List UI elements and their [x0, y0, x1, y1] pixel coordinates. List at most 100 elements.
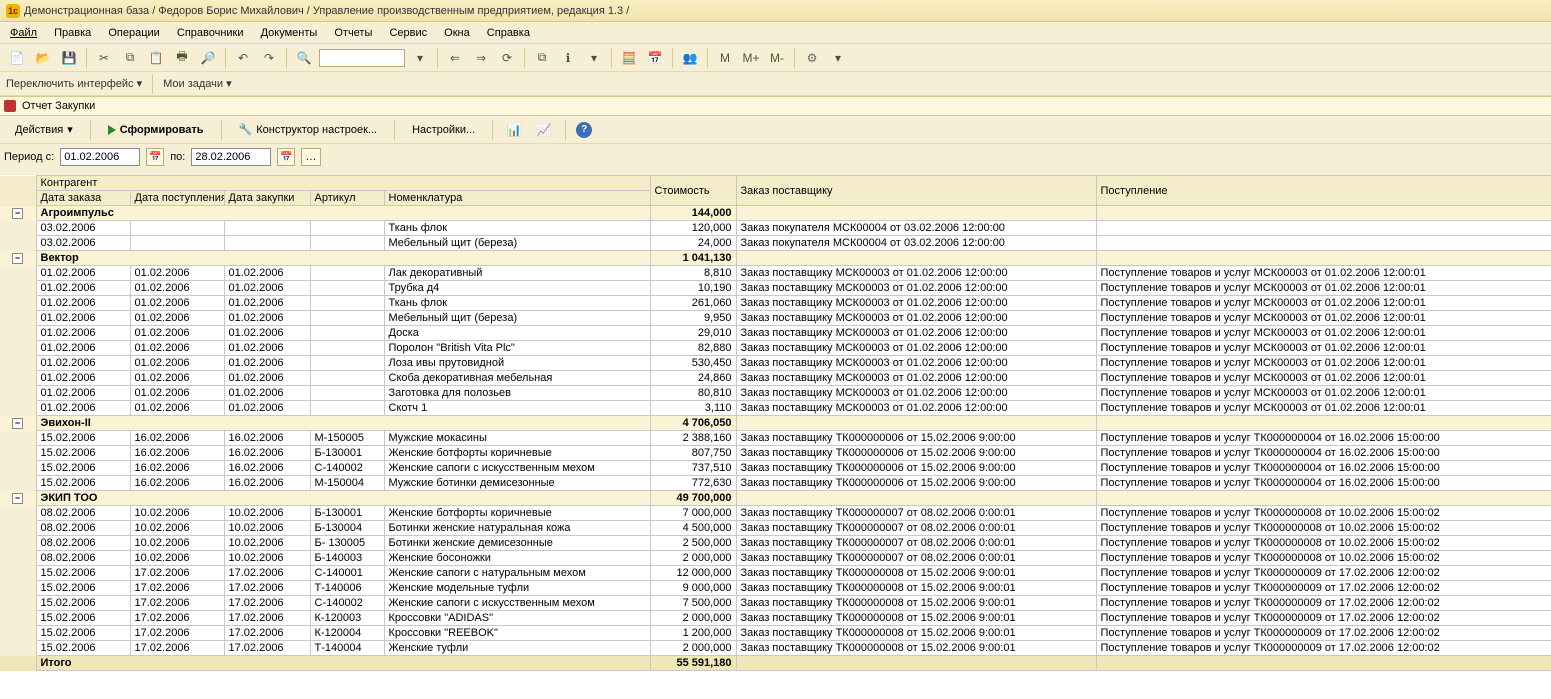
settings-button[interactable]: Настройки... — [405, 121, 482, 139]
cell[interactable]: 7 000,000 — [650, 506, 736, 521]
cell[interactable]: 1 041,130 — [650, 251, 736, 266]
cell[interactable]: 15.02.2006 — [36, 581, 130, 596]
table-row[interactable]: 01.02.200601.02.200601.02.2006Лак декора… — [0, 266, 1551, 281]
cell[interactable]: Б-130001 — [310, 506, 384, 521]
cell[interactable]: Женские сапоги с искусственным мехом — [384, 596, 650, 611]
cell[interactable]: Заказ поставщику МСК00003 от 01.02.2006 … — [736, 266, 1096, 281]
cell[interactable]: 01.02.2006 — [130, 296, 224, 311]
cell[interactable]: Кроссовки "REEBOK" — [384, 626, 650, 641]
cell[interactable]: Поступление товаров и услуг МСК00003 от … — [1096, 296, 1551, 311]
cell[interactable]: 01.02.2006 — [36, 311, 130, 326]
table-row[interactable]: 08.02.200610.02.200610.02.2006Б-130001Же… — [0, 506, 1551, 521]
cell[interactable]: 144,000 — [650, 206, 736, 221]
group-row[interactable]: − Агроимпульс144,000 — [0, 206, 1551, 221]
cell[interactable]: 08.02.2006 — [36, 506, 130, 521]
cell[interactable]: Ботинки женские натуральная кожа — [384, 521, 650, 536]
cell[interactable] — [1096, 491, 1551, 506]
cell[interactable]: 17.02.2006 — [224, 626, 310, 641]
collapse-icon[interactable]: − — [12, 253, 23, 264]
cell[interactable]: 15.02.2006 — [36, 446, 130, 461]
cell[interactable]: 17.02.2006 — [130, 626, 224, 641]
cell[interactable] — [1096, 416, 1551, 431]
cell[interactable]: Заказ поставщику МСК00003 от 01.02.2006 … — [736, 326, 1096, 341]
cell[interactable]: Скотч 1 — [384, 401, 650, 416]
col-date-purchase[interactable]: Дата закупки — [224, 191, 310, 206]
menu-edit[interactable]: Правка — [54, 27, 91, 39]
cell[interactable]: Заказ поставщику ТК000000008 от 15.02.20… — [736, 611, 1096, 626]
cell[interactable]: Женские ботфорты коричневые — [384, 506, 650, 521]
cell[interactable]: М-150005 — [310, 431, 384, 446]
cell[interactable]: 55 591,180 — [650, 656, 736, 671]
collapse-icon[interactable]: − — [12, 418, 23, 429]
cell[interactable] — [736, 416, 1096, 431]
menu-refs[interactable]: Справочники — [177, 27, 244, 39]
table-row[interactable]: 01.02.200601.02.200601.02.2006Мебельный … — [0, 311, 1551, 326]
expand-cell[interactable]: − — [0, 251, 36, 266]
cell[interactable]: Женские сапоги с натуральным мехом — [384, 566, 650, 581]
col-cost[interactable]: Стоимость — [650, 176, 736, 206]
cell[interactable]: 2 388,160 — [650, 431, 736, 446]
report-spreadsheet[interactable]: Контрагент Стоимость Заказ поставщику По… — [0, 175, 1551, 699]
print-icon[interactable]: 🖶 — [171, 47, 193, 69]
table-row[interactable]: 08.02.200610.02.200610.02.2006Б-140003Же… — [0, 551, 1551, 566]
cell[interactable]: Заказ поставщику МСК00003 от 01.02.2006 … — [736, 341, 1096, 356]
cell[interactable]: Заказ поставщику ТК000000006 от 15.02.20… — [736, 431, 1096, 446]
cell[interactable]: 01.02.2006 — [224, 386, 310, 401]
cell[interactable]: 01.02.2006 — [130, 341, 224, 356]
cell[interactable]: 2 500,000 — [650, 536, 736, 551]
cell[interactable]: Поступление товаров и услуг ТК000000008 … — [1096, 551, 1551, 566]
table-row[interactable]: 08.02.200610.02.200610.02.2006Б-130004Бо… — [0, 521, 1551, 536]
period-select-icon[interactable]: … — [301, 148, 321, 166]
cell[interactable] — [736, 251, 1096, 266]
cell[interactable]: Т-140006 — [310, 581, 384, 596]
cell[interactable]: 15.02.2006 — [36, 626, 130, 641]
cell[interactable]: Заказ поставщику ТК000000008 от 15.02.20… — [736, 641, 1096, 656]
table-row[interactable]: 15.02.200616.02.200616.02.2006М-150005Му… — [0, 431, 1551, 446]
cell[interactable]: 10.02.2006 — [130, 506, 224, 521]
period-from-input[interactable] — [60, 148, 140, 166]
cell[interactable]: Заказ покупателя МСК00004 от 03.02.2006 … — [736, 236, 1096, 251]
cell[interactable]: Скоба декоративная мебельная — [384, 371, 650, 386]
cell[interactable]: 17.02.2006 — [130, 581, 224, 596]
cell[interactable]: Поступление товаров и услуг ТК000000004 … — [1096, 476, 1551, 491]
cell[interactable]: 15.02.2006 — [36, 431, 130, 446]
cell[interactable]: Заказ поставщику ТК000000006 от 15.02.20… — [736, 461, 1096, 476]
cell[interactable]: 15.02.2006 — [36, 566, 130, 581]
cell[interactable]: Поступление товаров и услуг ТК000000004 … — [1096, 461, 1551, 476]
gear-icon[interactable]: ⚙ — [801, 47, 823, 69]
cell[interactable]: Поролон "British Vita Plc" — [384, 341, 650, 356]
cell[interactable]: Заказ поставщику МСК00003 от 01.02.2006 … — [736, 401, 1096, 416]
cell[interactable]: 01.02.2006 — [130, 326, 224, 341]
cell[interactable]: Женские ботфорты коричневые — [384, 446, 650, 461]
save-variant-icon[interactable]: 📊 — [503, 119, 525, 141]
col-contragent[interactable]: Контрагент — [36, 176, 650, 191]
new-icon[interactable]: 📄 — [6, 47, 28, 69]
table-row[interactable]: 01.02.200601.02.200601.02.2006Поролон "B… — [0, 341, 1551, 356]
refresh-icon[interactable]: ⟳ — [496, 47, 518, 69]
cell[interactable]: 737,510 — [650, 461, 736, 476]
table-row[interactable]: 15.02.200617.02.200617.02.2006Т-140006Же… — [0, 581, 1551, 596]
cell[interactable]: Эвихон-II — [36, 416, 650, 431]
cell[interactable]: 807,750 — [650, 446, 736, 461]
cell[interactable]: 01.02.2006 — [224, 401, 310, 416]
cell[interactable]: Доска — [384, 326, 650, 341]
collapse-icon[interactable]: − — [12, 493, 23, 504]
calendar-icon[interactable]: 📅 — [644, 47, 666, 69]
cell[interactable]: 01.02.2006 — [36, 266, 130, 281]
cell[interactable]: Заказ поставщику ТК000000008 от 15.02.20… — [736, 581, 1096, 596]
cell[interactable]: Поступление товаров и услуг ТК000000004 … — [1096, 446, 1551, 461]
calendar-from-icon[interactable]: 📅 — [146, 148, 164, 166]
cell[interactable] — [310, 311, 384, 326]
cell[interactable]: 01.02.2006 — [130, 356, 224, 371]
cell[interactable]: Ботинки женские демисезонные — [384, 536, 650, 551]
cell[interactable]: Вектор — [36, 251, 650, 266]
cell[interactable]: 2 000,000 — [650, 611, 736, 626]
cell[interactable]: Заготовка для полозьев — [384, 386, 650, 401]
cell[interactable]: 01.02.2006 — [224, 296, 310, 311]
cell[interactable]: Заказ покупателя МСК00004 от 03.02.2006 … — [736, 221, 1096, 236]
collapse-icon[interactable]: − — [12, 208, 23, 219]
cell[interactable]: 01.02.2006 — [224, 266, 310, 281]
cell[interactable]: Агроимпульс — [36, 206, 650, 221]
menu-win[interactable]: Окна — [444, 27, 470, 39]
table-row[interactable]: 01.02.200601.02.200601.02.2006Лоза ивы п… — [0, 356, 1551, 371]
